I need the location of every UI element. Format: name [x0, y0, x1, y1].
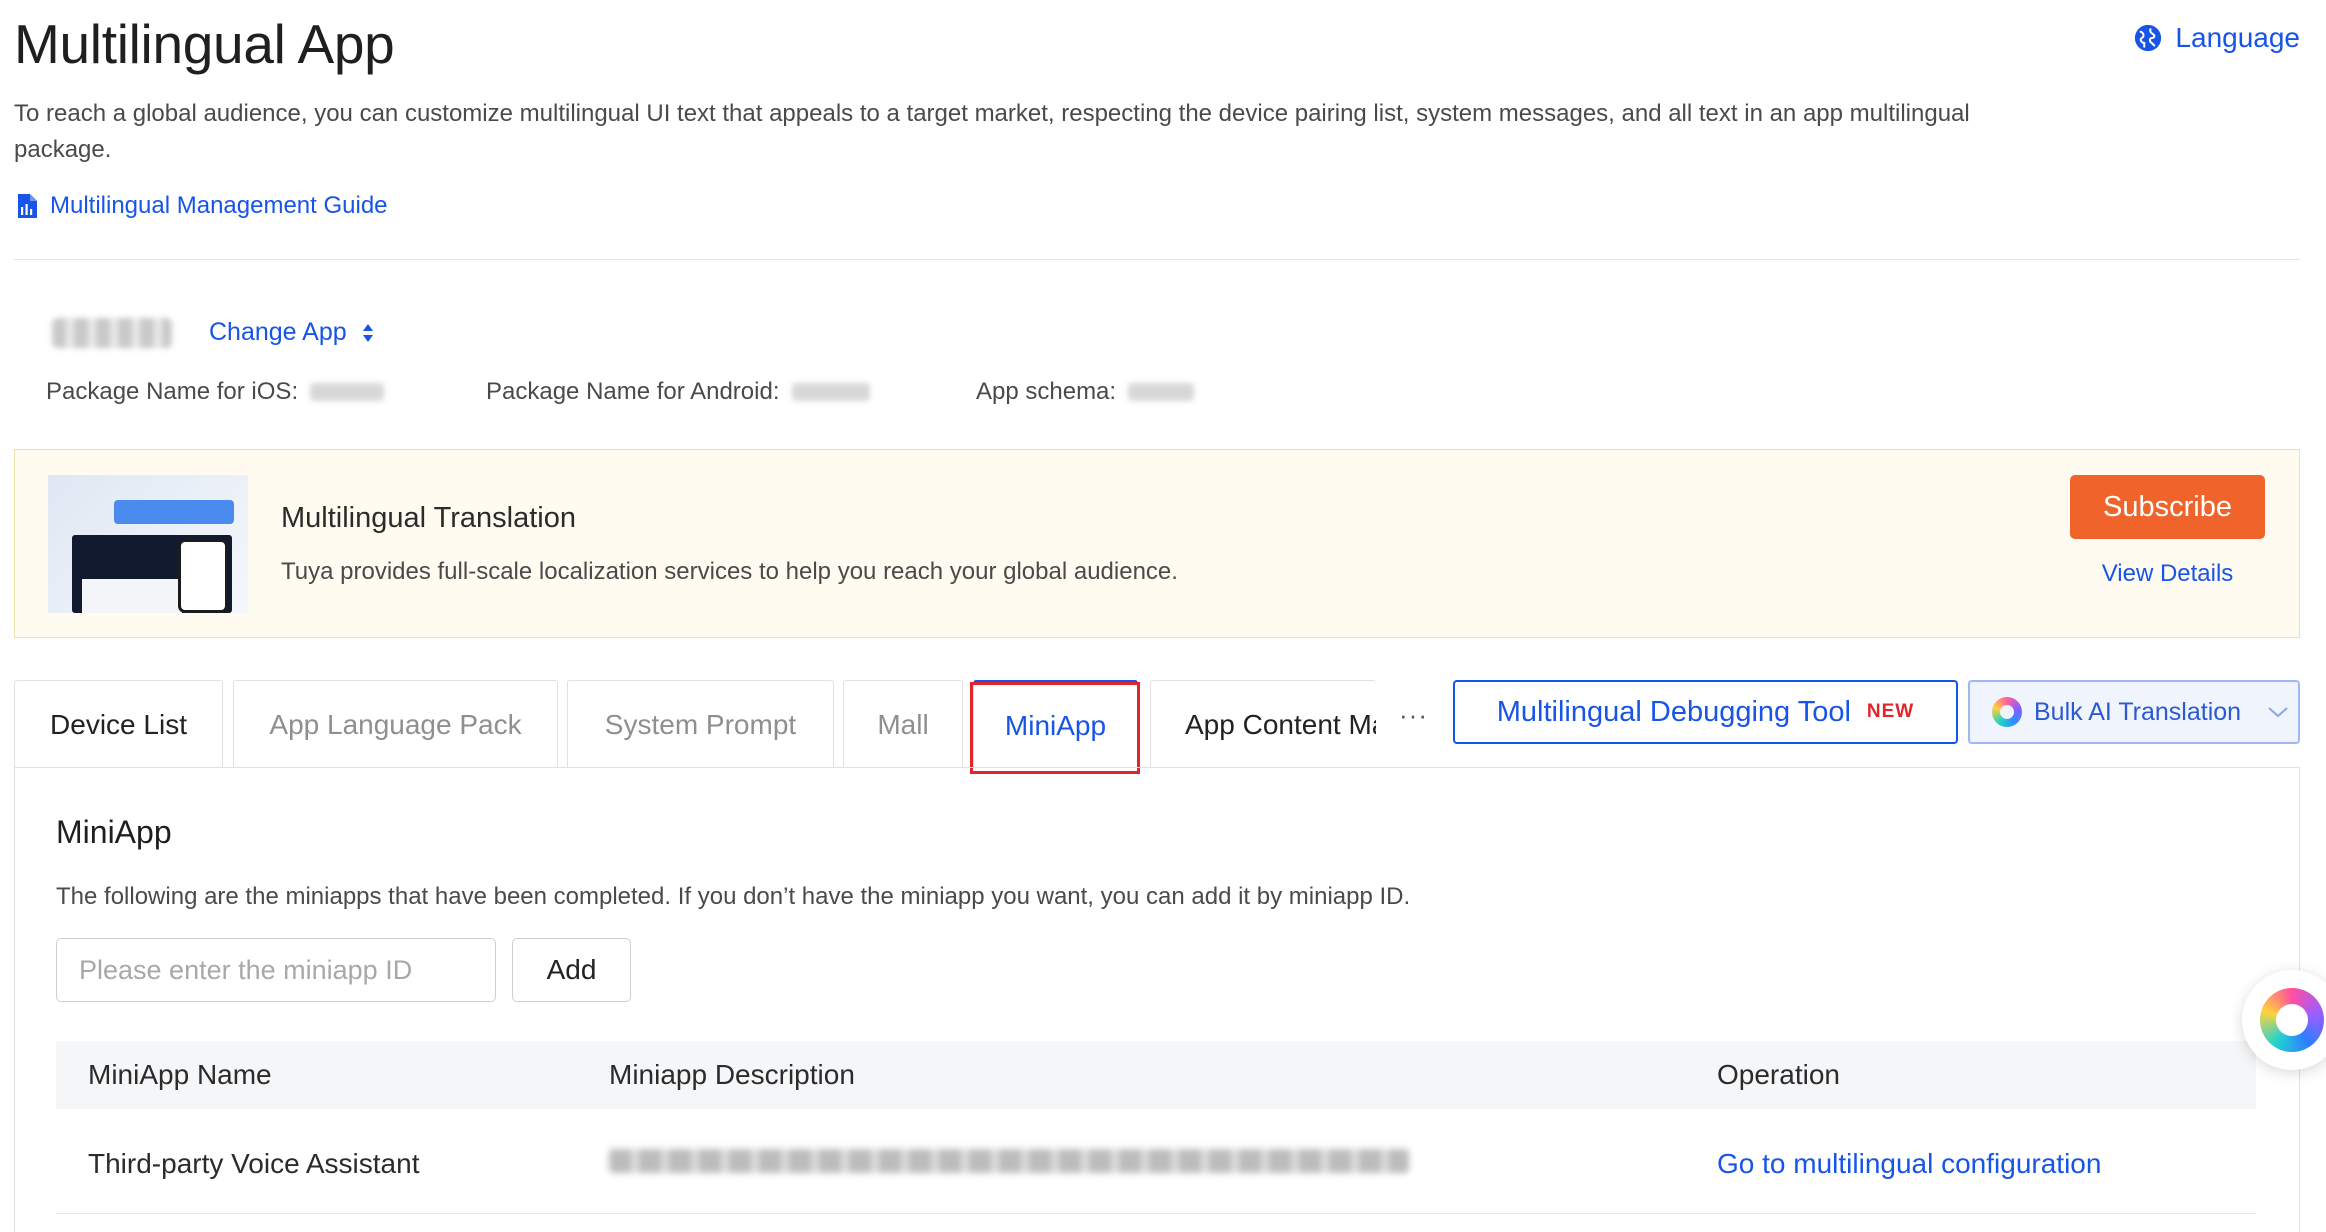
- debugging-tool-button[interactable]: Multilingual Debugging Tool NEW: [1453, 680, 1958, 744]
- package-info-row: Package Name for iOS: Package Name for A…: [46, 378, 1195, 406]
- document-icon: [18, 194, 37, 218]
- change-app-button[interactable]: Change App: [209, 318, 375, 347]
- page: Multilingual App Language To reach a glo…: [14, 0, 2300, 1232]
- android-package-label: Package Name for Android:: [486, 378, 780, 405]
- ios-package-value-blurred: [310, 383, 385, 401]
- globe-icon: [2135, 24, 2162, 52]
- assistant-logo-icon: [2260, 988, 2324, 1052]
- android-package-value-blurred: [791, 383, 870, 401]
- active-tab-highlight: [970, 682, 1140, 774]
- android-package: Package Name for Android:: [486, 378, 976, 406]
- view-details-link[interactable]: View Details: [2070, 560, 2265, 588]
- column-header-operation: Operation: [1717, 1059, 1840, 1090]
- subscribe-button[interactable]: Subscribe: [2070, 475, 2265, 539]
- app-schema: App schema:: [976, 378, 1195, 406]
- more-tabs-button[interactable]: ···: [1399, 700, 1428, 731]
- new-badge: NEW: [1866, 701, 1915, 722]
- ios-package-label: Package Name for iOS:: [46, 378, 299, 405]
- tab-mall[interactable]: Mall: [843, 680, 963, 768]
- miniapp-name-cell: Third-party Voice Assistant: [88, 1148, 420, 1179]
- ios-package: Package Name for iOS:: [46, 378, 486, 406]
- language-switcher[interactable]: Language: [2133, 22, 2300, 54]
- tab-app-content-management[interactable]: App Content Management: [1150, 680, 1376, 768]
- miniapp-table: MiniApp Name Miniapp Description Operati…: [56, 1041, 2256, 1214]
- guide-link[interactable]: Multilingual Management Guide: [16, 192, 388, 220]
- guide-link-label: Multilingual Management Guide: [50, 192, 388, 219]
- miniapp-section-title: MiniApp: [56, 814, 172, 850]
- tab-system-prompt[interactable]: System Prompt: [567, 680, 834, 768]
- banner-illustration: [48, 475, 248, 613]
- banner-title: Multilingual Translation: [281, 502, 576, 534]
- change-app-label: Change App: [209, 318, 347, 346]
- header-divider: [14, 259, 2300, 260]
- translation-banner: Multilingual Translation Tuya provides f…: [14, 449, 2300, 638]
- intro-text: To reach a global audience, you can cust…: [14, 100, 1970, 163]
- debugging-tool-label: Multilingual Debugging Tool: [1496, 695, 1851, 728]
- miniapp-description-cell-blurred: [609, 1148, 1409, 1180]
- tab-app-language-pack[interactable]: App Language Pack: [233, 680, 558, 768]
- ai-logo-icon: [1992, 697, 2022, 727]
- language-label: Language: [2175, 22, 2300, 53]
- chevron-down-icon: [2268, 707, 2288, 718]
- miniapp-section-description: The following are the miniapps that have…: [56, 883, 1411, 910]
- column-header-name: MiniApp Name: [88, 1059, 272, 1090]
- app-schema-value-blurred: [1128, 383, 1195, 401]
- add-miniapp-button[interactable]: Add: [512, 938, 631, 1002]
- miniapp-id-input[interactable]: [56, 938, 496, 1002]
- bulk-ai-translation-label: Bulk AI Translation: [2034, 697, 2242, 726]
- banner-description: Tuya provides full-scale localization se…: [281, 558, 1178, 585]
- bulk-ai-translation-button[interactable]: Bulk AI Translation: [1968, 680, 2300, 744]
- column-header-description: Miniapp Description: [609, 1059, 855, 1090]
- app-schema-label: App schema:: [976, 378, 1117, 405]
- page-title: Multilingual App: [14, 13, 395, 75]
- tab-device-list[interactable]: Device List: [14, 680, 223, 768]
- table-row: Third-party Voice Assistant Go to multil…: [56, 1109, 2256, 1214]
- miniapp-panel: MiniApp The following are the miniapps t…: [14, 767, 2300, 1232]
- sort-caret-icon: [362, 323, 373, 342]
- multilingual-config-link[interactable]: Go to multilingual configuration: [1717, 1148, 2101, 1180]
- app-name-blurred: [52, 318, 172, 348]
- table-header: MiniApp Name Miniapp Description Operati…: [56, 1041, 2256, 1109]
